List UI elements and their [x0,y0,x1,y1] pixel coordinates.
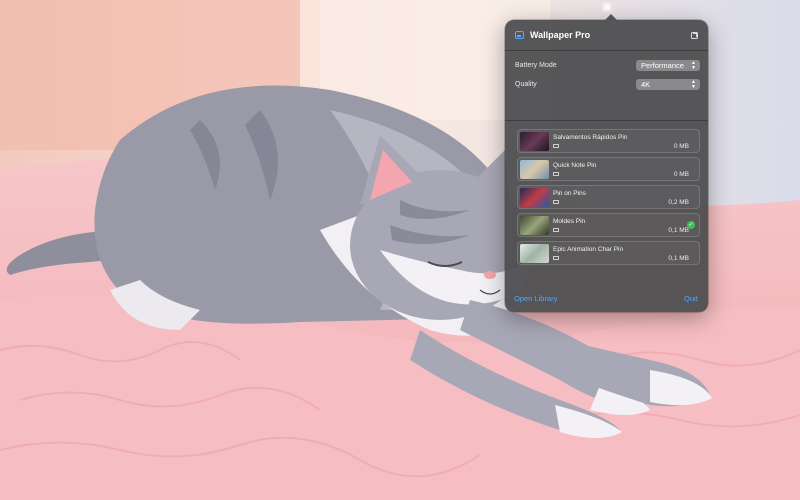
wallpaper-thumbnail [520,244,549,263]
wallpaper-name: Salvamentos Rápidos Pin [553,134,628,141]
wallpaper-item-active[interactable]: Moldes Pin 0,1 MB ✓ [517,213,700,237]
wallpaper-app-icon [515,31,524,39]
open-window-icon[interactable] [691,32,698,39]
quit-link[interactable]: Quit [684,294,698,303]
wallpaper-name: Pin on Pins [553,190,586,197]
wallpaper-item[interactable]: Pin on Pins 0,2 MB [517,185,700,209]
image-icon [553,256,559,260]
wallpaper-pro-popover: Wallpaper Pro Battery Mode Performance ▲… [505,14,708,312]
wallpaper-name: Quick Note Pin [553,162,597,169]
quality-label: Quality [515,81,537,88]
wallpaper-thumbnail [520,216,549,235]
open-library-link[interactable]: Open Library [514,294,557,303]
wallpaper-size: 0,1 MB [668,255,689,262]
quality-select[interactable]: 4K ▲ ▼ [636,79,700,90]
battery-mode-row: Battery Mode Performance ▲ ▼ [515,60,700,72]
image-icon [553,172,559,176]
wallpaper-size: 0 MB [673,171,689,178]
battery-mode-select[interactable]: Performance ▲ ▼ [636,60,700,71]
wallpaper-list: Salvamentos Rápidos Pin 0 MB Quick Note … [517,129,700,269]
wallpaper-thumbnail [520,188,549,207]
wallpaper-size: 0 MB [673,143,689,150]
wallpaper-thumbnail [520,132,549,151]
app-title: Wallpaper Pro [530,30,591,40]
wallpaper-size: 0,2 MB [668,199,689,206]
image-icon [553,144,559,148]
wallpaper-status-icon[interactable]: ▣ [600,2,614,13]
wallpaper-item[interactable]: Salvamentos Rápidos Pin 0 MB [517,129,700,153]
wallpaper-name: Epic Animation Char Pin [553,246,624,253]
divider [505,120,708,121]
battery-mode-label: Battery Mode [515,62,557,69]
image-icon [553,228,559,232]
checkmark-icon: ✓ [687,221,695,229]
wallpaper-name: Moldes Pin [553,218,586,225]
wallpaper-item[interactable]: Epic Animation Char Pin 0,1 MB [517,241,700,265]
wallpaper-thumbnail [520,160,549,179]
wallpaper-size: 0,1 MB [668,227,689,234]
battery-mode-value: Performance [641,61,684,70]
quality-row: Quality 4K ▲ ▼ [515,79,700,91]
chevron-updown-icon: ▲ ▼ [691,79,696,90]
wallpaper-item[interactable]: Quick Note Pin 0 MB [517,157,700,181]
image-icon [553,200,559,204]
popover-header: Wallpaper Pro [505,20,708,51]
quality-value: 4K [641,80,651,89]
chevron-updown-icon: ▲ ▼ [691,60,696,71]
